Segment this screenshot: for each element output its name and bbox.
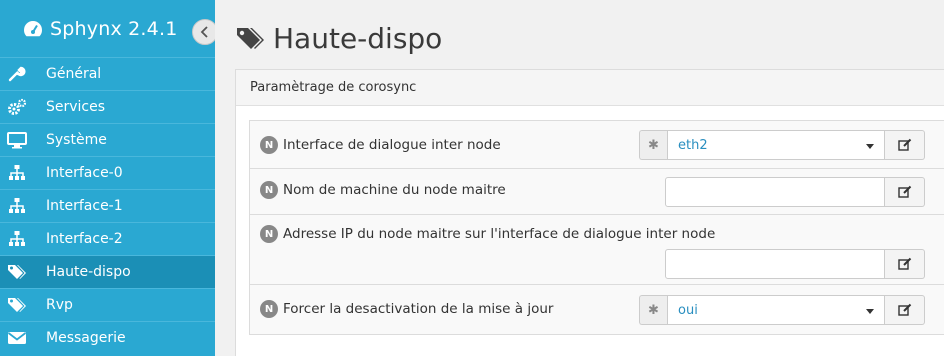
sitemap-icon (0, 190, 34, 223)
node-badge: N (260, 181, 278, 199)
desktop-icon (0, 124, 34, 157)
node-badge: N (260, 225, 278, 243)
chevron-left-icon (200, 26, 208, 38)
form-row: N Forcer la desactivation de la mise à j… (250, 285, 944, 334)
edit-icon (897, 185, 911, 198)
page-title: Haute-dispo (235, 22, 442, 55)
sidebar: Sphynx 2.4.1 Général Services Système In… (0, 0, 218, 356)
sidebar-item-label: Services (46, 99, 106, 115)
edit-icon (897, 257, 911, 270)
field-label-text: Nom de machine du node maitre (283, 182, 506, 198)
form-row: N Nom de machine du node maitre (250, 169, 944, 215)
sitemap-icon (0, 223, 34, 256)
sidebar-item-messagerie[interactable]: Messagerie (0, 321, 215, 354)
asterisk-icon: ✱ (639, 295, 667, 325)
master-ip-input[interactable] (665, 249, 885, 279)
wrench-icon (0, 58, 34, 91)
tags-icon (237, 27, 264, 49)
sidebar-item-label: Haute-dispo (46, 264, 131, 280)
edit-icon (897, 138, 911, 151)
node-badge: N (260, 136, 278, 154)
field-label: N Interface de dialogue inter node (260, 136, 501, 154)
sidebar-item-rvp[interactable]: Rvp (0, 288, 215, 321)
field-label: N Forcer la desactivation de la mise à j… (260, 300, 553, 318)
sitemap-icon (0, 157, 34, 190)
edit-button[interactable] (885, 295, 925, 325)
edit-button[interactable] (885, 130, 925, 160)
gears-icon (0, 91, 34, 124)
sidebar-item-label: Interface-2 (46, 231, 123, 247)
sidebar-item-general[interactable]: Général (0, 57, 215, 90)
form-row: N Interface de dialogue inter node ✱ eth… (250, 121, 944, 169)
app-name: Sphynx 2.4.1 (50, 17, 178, 40)
page-title-text: Haute-dispo (273, 22, 443, 55)
interface-control: ✱ eth2 (639, 130, 925, 160)
field-label-text: Interface de dialogue inter node (283, 137, 501, 153)
envelope-icon (0, 322, 34, 355)
master-hostname-control (665, 177, 925, 207)
master-ip-control (665, 249, 925, 279)
sidebar-item-label: Interface-0 (46, 165, 123, 181)
sidebar-nav: Général Services Système Interface-0 Int… (0, 57, 215, 354)
tags-icon (0, 289, 34, 322)
interface-select[interactable]: eth2 (667, 130, 885, 160)
select-value: oui (678, 302, 698, 318)
sidebar-item-label: Système (46, 132, 107, 148)
edit-icon (897, 303, 911, 316)
edit-button[interactable] (885, 249, 925, 279)
settings-form: N Interface de dialogue inter node ✱ eth… (249, 120, 944, 335)
caret-down-icon (866, 309, 874, 314)
disable-update-select[interactable]: oui (667, 295, 885, 325)
select-value: eth2 (678, 137, 708, 153)
sidebar-item-label: Rvp (46, 297, 73, 313)
master-hostname-input[interactable] (665, 177, 885, 207)
sidebar-item-label: Interface-1 (46, 198, 123, 214)
panel-heading: Paramètrage de corosync (236, 70, 944, 106)
sidebar-item-systeme[interactable]: Système (0, 123, 215, 156)
sidebar-item-interface-2[interactable]: Interface-2 (0, 222, 215, 255)
main-content: Haute-dispo Paramètrage de corosync N In… (215, 0, 944, 356)
corosync-panel: Paramètrage de corosync N Interface de d… (235, 69, 944, 356)
sidebar-item-haute-dispo[interactable]: Haute-dispo (0, 255, 215, 288)
field-label-text: Adresse IP du node maitre sur l'interfac… (283, 226, 716, 242)
field-label: N Adresse IP du node maitre sur l'interf… (260, 225, 715, 243)
sidebar-item-interface-0[interactable]: Interface-0 (0, 156, 215, 189)
sidebar-item-interface-1[interactable]: Interface-1 (0, 189, 215, 222)
tags-icon (0, 256, 34, 289)
field-label-text: Forcer la desactivation de la mise à jou… (283, 301, 554, 317)
sidebar-item-services[interactable]: Services (0, 90, 215, 123)
dashboard-icon (23, 20, 43, 36)
field-label: N Nom de machine du node maitre (260, 181, 506, 199)
caret-down-icon (866, 144, 874, 149)
form-row: N Adresse IP du node maitre sur l'interf… (250, 215, 944, 285)
brand: Sphynx 2.4.1 (0, 0, 215, 57)
asterisk-icon: ✱ (639, 130, 667, 160)
edit-button[interactable] (885, 177, 925, 207)
disable-update-control: ✱ oui (639, 295, 925, 325)
sidebar-item-label: Général (46, 66, 102, 82)
node-badge: N (260, 300, 278, 318)
sidebar-item-label: Messagerie (46, 330, 126, 346)
